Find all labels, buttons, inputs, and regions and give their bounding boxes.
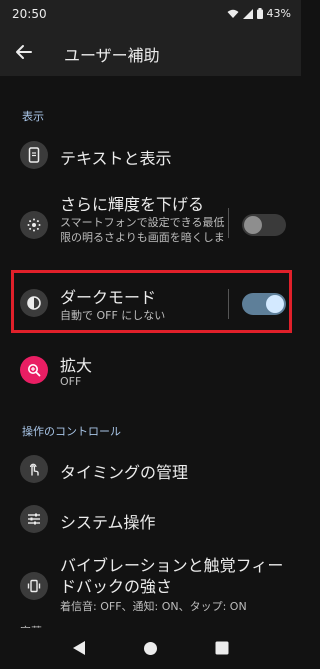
item-subtitle: OFF	[60, 375, 82, 388]
page-title: ユーザー補助	[64, 46, 160, 65]
phone-text-icon	[28, 147, 40, 163]
touch-icon	[29, 463, 39, 476]
nav-home-icon[interactable]	[143, 641, 158, 656]
status-bar: 20:50 43%	[0, 0, 301, 30]
vibration-icon	[27, 579, 41, 593]
back-arrow-icon	[16, 45, 32, 59]
item-subtitle: スマートフォンで設定できる最低限の明るさよりも画面を暗くします	[60, 216, 225, 244]
icon-container	[20, 356, 48, 384]
back-button[interactable]	[12, 40, 36, 64]
battery-icon	[256, 8, 263, 19]
list-item-vibration[interactable]: バイブレーションと触覚フィードバックの強さ 着信音: OFF、通知: ON、タッ…	[0, 555, 301, 617]
list-item-text-display[interactable]: テキストと表示	[0, 136, 301, 176]
list-item-extra-dim[interactable]: さらに輝度を下げる スマートフォンで設定できる最低限の明るさよりも画面を暗くしま…	[0, 190, 301, 250]
sliders-icon	[28, 513, 40, 525]
icon-container	[20, 455, 48, 483]
magnify-icon	[28, 364, 41, 377]
item-title: タイミングの管理	[60, 463, 189, 482]
list-item-system[interactable]: システム操作	[0, 500, 301, 540]
icon-container	[20, 572, 48, 600]
navigation-bar	[0, 628, 301, 669]
app-bar: ユーザー補助	[0, 30, 301, 76]
list-item-timing[interactable]: タイミングの管理	[0, 450, 301, 490]
section-header-controls: 操作のコントロール	[22, 425, 121, 438]
item-title: システム操作	[60, 513, 156, 532]
icon-container	[20, 141, 48, 169]
item-title: 拡大	[60, 356, 93, 375]
wifi-icon	[227, 9, 239, 18]
icon-container	[20, 211, 48, 239]
status-icons: 43%	[227, 7, 291, 20]
toggle-divider	[228, 208, 229, 238]
item-subtitle: 着信音: OFF、通知: ON、タップ: ON	[60, 600, 247, 613]
signal-icon	[242, 8, 253, 19]
status-time: 20:50	[12, 7, 47, 21]
highlight-box	[11, 270, 292, 333]
toggle-thumb	[244, 216, 262, 234]
brightness-icon	[27, 218, 41, 232]
item-title: テキストと表示	[60, 149, 172, 168]
list-item-magnification[interactable]: 拡大 OFF	[0, 350, 301, 396]
nav-recents-icon[interactable]	[215, 641, 229, 655]
battery-percent: 43%	[266, 7, 291, 20]
section-header-display: 表示	[22, 110, 44, 123]
item-title: さらに輝度を下げる	[60, 195, 205, 214]
extra-dim-toggle[interactable]	[242, 214, 286, 236]
icon-container	[20, 505, 48, 533]
item-title: バイブレーションと触覚フィードバックの強さ	[60, 556, 284, 596]
nav-back-icon[interactable]	[72, 640, 86, 656]
